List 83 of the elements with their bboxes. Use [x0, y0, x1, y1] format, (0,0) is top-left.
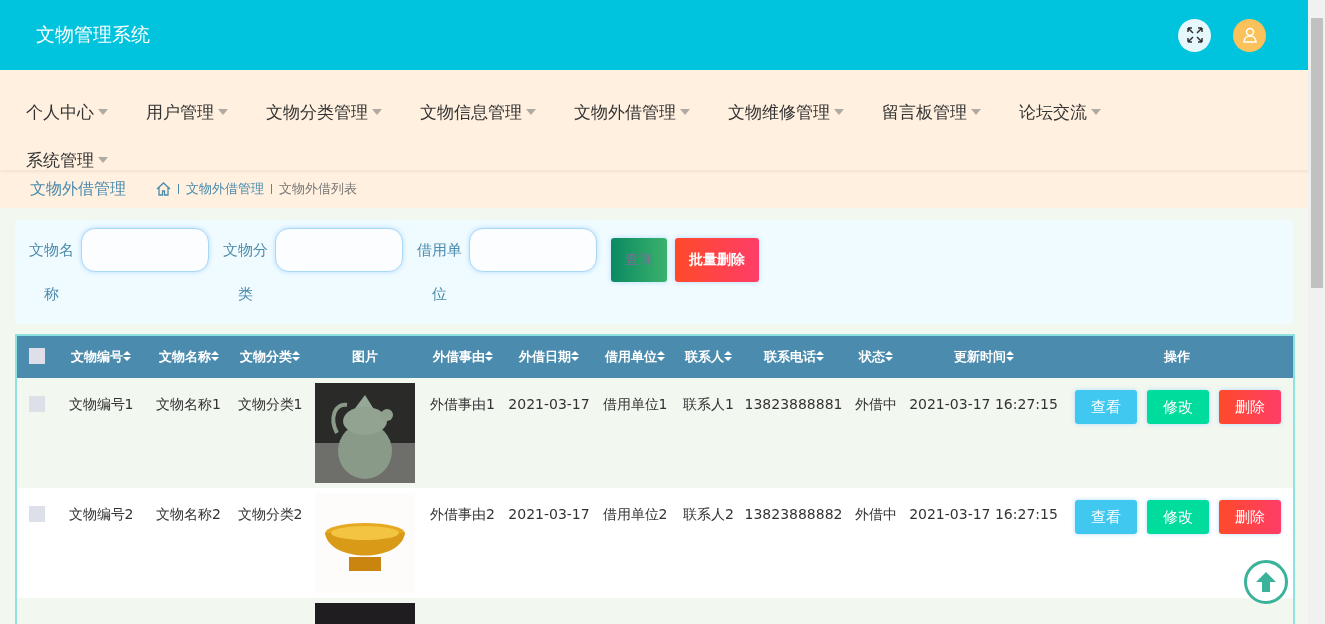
column-header[interactable]: 借用单位	[594, 335, 676, 378]
filter-input[interactable]	[469, 228, 597, 272]
filter-label: 文物分类	[221, 240, 269, 305]
table-cell: 文物编号2	[68, 506, 134, 522]
view-button[interactable]: 查看	[1075, 390, 1137, 424]
sort-icon[interactable]	[1005, 351, 1014, 361]
caret-icon	[98, 109, 108, 115]
nav-menu-item[interactable]: 文物分类管理	[266, 88, 382, 136]
caret-icon	[680, 109, 690, 115]
caret-icon	[1091, 109, 1101, 115]
table-cell: 2021-03-17	[508, 396, 590, 412]
sort-icon[interactable]	[210, 351, 219, 361]
sort-icon[interactable]	[292, 351, 300, 361]
nav-menu-item[interactable]: 文物外借管理	[574, 88, 690, 136]
nav-menu-item[interactable]: 文物信息管理	[420, 88, 536, 136]
table-cell: 2021-03-17 16:27:15	[909, 396, 1058, 412]
arrow-up-icon	[1255, 571, 1277, 593]
fullscreen-button[interactable]	[1178, 18, 1211, 52]
caret-icon	[372, 109, 382, 115]
table-cell: 联系人2	[683, 506, 734, 522]
batch-delete-button[interactable]: 批量删除	[675, 238, 759, 282]
view-button[interactable]: 查看	[1075, 500, 1137, 534]
sort-icon[interactable]	[815, 351, 824, 361]
filter-input[interactable]	[275, 228, 403, 272]
nav-menu-item[interactable]: 个人中心	[26, 88, 108, 136]
column-header[interactable]: 状态	[846, 335, 906, 378]
row-checkbox[interactable]	[28, 506, 45, 522]
sort-icon[interactable]	[123, 351, 131, 361]
scrollbar[interactable]	[1308, 0, 1325, 624]
column-header[interactable]: 文物分类	[231, 335, 309, 378]
column-header[interactable]: 外借事由	[421, 335, 504, 378]
caret-icon	[218, 109, 228, 115]
home-icon[interactable]	[156, 182, 171, 196]
table-cell: 文物分类1	[237, 396, 303, 412]
app-title: 文物管理系统	[36, 22, 151, 47]
column-header[interactable]: 文物编号	[56, 335, 146, 378]
table-cell: 文物名称2	[156, 506, 221, 522]
table-cell: 13823888882	[744, 506, 843, 522]
filter-input[interactable]	[81, 228, 209, 272]
filter-label: 文物名称	[27, 240, 75, 305]
column-header[interactable]: 外借日期	[504, 335, 594, 378]
table-cell: 文物编号1	[68, 396, 134, 412]
caret-icon	[971, 109, 981, 115]
sort-icon[interactable]	[885, 351, 893, 361]
table-cell: 2021-03-17	[508, 506, 590, 522]
sort-icon[interactable]	[571, 351, 579, 361]
caret-icon	[98, 157, 108, 163]
nav-menu-item[interactable]: 文物维修管理	[728, 88, 844, 136]
delete-button[interactable]: 删除	[1219, 500, 1281, 534]
page-title: 文物外借管理	[30, 178, 126, 200]
column-header[interactable]: 文物名称	[146, 335, 231, 378]
sort-icon[interactable]	[657, 351, 665, 361]
column-header: 图片	[309, 335, 421, 378]
caret-icon	[834, 109, 844, 115]
caret-icon	[526, 109, 536, 115]
select-all-checkbox[interactable]	[28, 347, 45, 364]
sort-icon[interactable]	[724, 351, 732, 361]
column-header[interactable]: 联系电话	[741, 335, 846, 378]
breadcrumb-link[interactable]: 文物外借列表	[279, 180, 357, 198]
breadcrumb-link[interactable]: 文物外借管理	[186, 180, 264, 198]
table-cell: 文物分类2	[237, 506, 303, 522]
column-header[interactable]: 更新时间	[906, 335, 1061, 378]
table-cell: 文物名称1	[156, 396, 221, 412]
column-header[interactable]: 联系人	[676, 335, 741, 378]
table-cell: 外借中	[855, 506, 897, 522]
table-cell: 外借中	[855, 396, 897, 412]
table-cell: 外借事由2	[430, 506, 495, 522]
nav-menu-item[interactable]: 用户管理	[146, 88, 228, 136]
table-cell: 外借事由1	[430, 396, 495, 412]
user-icon	[1241, 27, 1258, 43]
delete-button[interactable]: 删除	[1219, 390, 1281, 424]
user-button[interactable]	[1233, 18, 1266, 52]
table-cell: 借用单位1	[602, 396, 668, 412]
table-cell: 2021-03-17 16:27:15	[909, 506, 1058, 522]
nav-menu-item[interactable]: 留言板管理	[882, 88, 981, 136]
sort-icon[interactable]	[484, 351, 493, 361]
filter-label: 借用单位	[415, 240, 463, 305]
table-cell: 借用单位2	[602, 506, 668, 522]
table-cell: 联系人1	[683, 396, 734, 412]
expand-icon	[1186, 27, 1203, 43]
column-header: 操作	[1061, 335, 1294, 378]
table-cell: 13823888881	[744, 396, 843, 412]
nav-menu-item[interactable]: 论坛交流	[1019, 88, 1101, 136]
